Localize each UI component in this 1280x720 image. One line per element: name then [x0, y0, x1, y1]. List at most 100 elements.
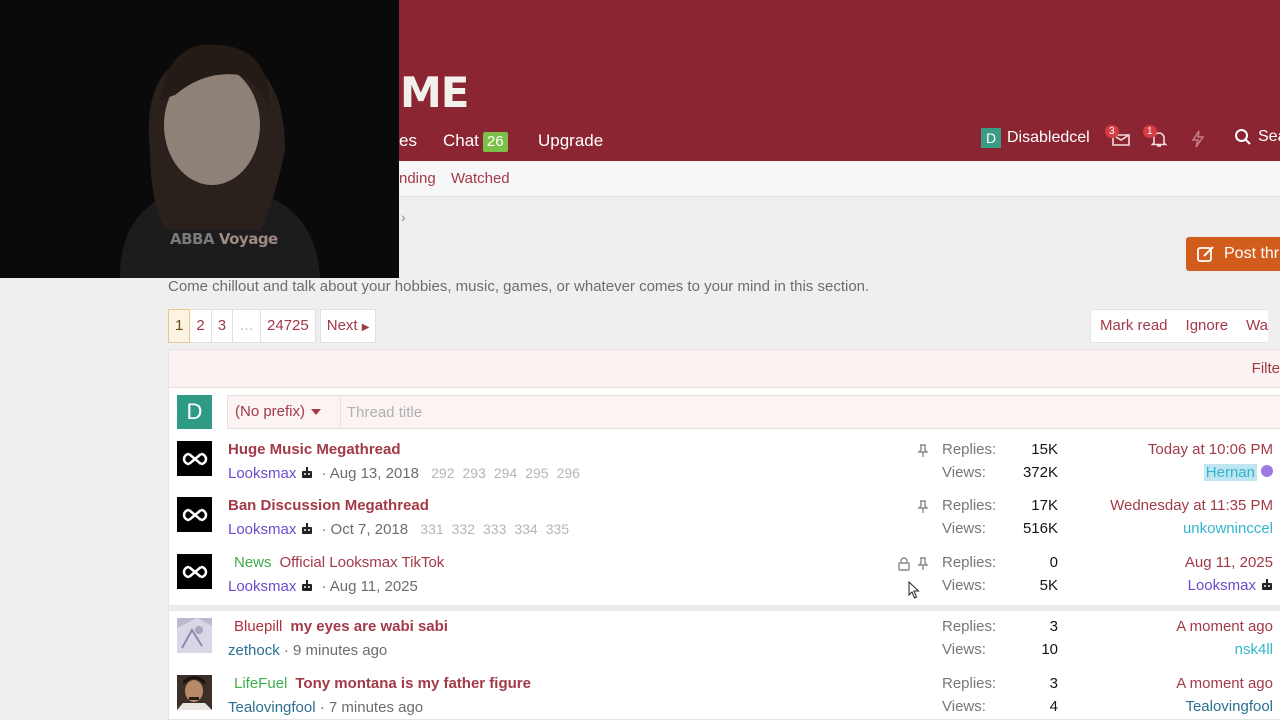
page-link-1[interactable]: 1 — [168, 309, 191, 343]
thread-title[interactable]: Official Looksmax TikTok — [280, 554, 445, 571]
latest-post-user[interactable]: unkowninccel — [1183, 520, 1273, 537]
thread-title-input[interactable] — [340, 396, 1040, 428]
thread-page-link[interactable]: 292 — [431, 465, 454, 481]
user-avatar: D — [177, 395, 212, 429]
pin-icon — [917, 557, 929, 570]
thread-prefix-tag[interactable]: Bluepill — [234, 618, 282, 635]
mark-read-button[interactable]: Mark read — [1091, 310, 1177, 342]
thread-row[interactable]: Ban Discussion Megathread Looksmax · Oct … — [169, 490, 1280, 547]
thread-page-link[interactable]: 333 — [483, 521, 506, 537]
views-label: Views: — [942, 577, 986, 594]
replies-label: Replies: — [942, 497, 997, 514]
filter-bar: Filte — [169, 350, 1280, 388]
forum-description: Come chillout and talk about your hobbie… — [168, 278, 870, 295]
robot-icon — [302, 467, 313, 478]
looksmax-logo-avatar[interactable] — [177, 441, 212, 476]
verified-icon — [1261, 465, 1273, 477]
nav-chat-label: Chat — [443, 131, 479, 150]
robot-icon — [1262, 579, 1272, 590]
thread-page-link[interactable]: 332 — [452, 521, 475, 537]
thread-list: Filte D (No prefix) Huge Music Megathrea… — [168, 349, 1280, 720]
latest-post: A moment ago Tealovingfool — [1053, 675, 1273, 715]
subnav-item-watched[interactable]: Watched — [451, 170, 510, 187]
page-link-3[interactable]: 3 — [211, 309, 234, 343]
robot-icon — [302, 580, 313, 591]
latest-post-user[interactable]: Hernan — [1203, 464, 1257, 481]
quick-thread-box: (No prefix) — [227, 395, 1280, 429]
looksmax-logo-avatar[interactable] — [177, 554, 212, 589]
nav-item-chat[interactable]: Chat 26 — [443, 131, 508, 152]
latest-post: Today at 10:06 PM Hernan — [1053, 441, 1273, 481]
subnav-item-partial[interactable]: nding — [399, 170, 436, 187]
next-page-button[interactable]: Next ▶ — [319, 309, 377, 343]
thread-author[interactable]: Tealovingfool — [228, 699, 316, 716]
thread-page-link[interactable]: 293 — [463, 465, 486, 481]
page-jump-ellipsis[interactable]: … — [233, 309, 262, 343]
webcam-overlay: ABBA Voyage — [0, 0, 399, 278]
thread-author[interactable]: Looksmax — [228, 578, 296, 595]
thread-author[interactable]: Looksmax — [228, 521, 296, 538]
thread-row[interactable]: News Official Looksmax TikTok Looksmax · A… — [169, 547, 1280, 604]
user-avatar[interactable] — [177, 618, 212, 653]
watch-button[interactable]: Wa — [1237, 310, 1268, 342]
inbox-icon[interactable]: 3 — [1105, 125, 1131, 149]
site-logo[interactable]: ME — [400, 72, 469, 114]
latest-post: Wednesday at 11:35 PM unkowninccel — [1053, 497, 1273, 537]
shirt-print: ABBA Voyage — [170, 230, 278, 248]
thread-start-date: 9 minutes ago — [293, 642, 388, 659]
latest-post: Aug 11, 2025 Looksmax — [1053, 554, 1273, 594]
thread-row[interactable]: Huge Music Megathread Looksmax · Aug 13, … — [169, 434, 1280, 491]
search-label: Sea — [1258, 128, 1280, 145]
thread-author[interactable]: zethock — [228, 642, 280, 659]
filters-button[interactable]: Filte — [1252, 360, 1280, 377]
search-link[interactable]: Sea — [1234, 128, 1280, 146]
thread-page-link[interactable]: 334 — [514, 521, 537, 537]
looksmax-logo-avatar[interactable] — [177, 497, 212, 532]
meta-separator: · — [321, 578, 327, 595]
latest-post-date[interactable]: A moment ago — [1053, 675, 1273, 698]
latest-post-date[interactable]: A moment ago — [1053, 618, 1273, 641]
latest-post-date[interactable]: Wednesday at 11:35 PM — [1053, 497, 1273, 520]
nav-item-upgrade[interactable]: Upgrade — [538, 131, 603, 151]
thread-page-link[interactable]: 335 — [546, 521, 569, 537]
latest-post-date[interactable]: Today at 10:06 PM — [1053, 441, 1273, 464]
pin-icon — [917, 500, 929, 513]
page-link-2[interactable]: 2 — [190, 309, 212, 343]
meta-separator: · — [319, 699, 325, 716]
page-link-last[interactable]: 24725 — [261, 309, 316, 343]
replies-label: Replies: — [942, 618, 997, 635]
caret-down-icon — [311, 409, 322, 416]
bolt-icon[interactable] — [1188, 129, 1208, 149]
replies-label: Replies: — [942, 441, 997, 458]
thread-title[interactable]: Tony montana is my father figure — [295, 675, 531, 692]
prefix-select-label: (No prefix) — [235, 403, 306, 420]
thread-row[interactable]: Bluepill my eyes are wabi sabi zethock · … — [169, 611, 1280, 668]
thread-prefix-tag[interactable]: LifeFuel — [234, 675, 287, 692]
post-thread-button[interactable]: Post thr — [1186, 237, 1280, 271]
thread-row[interactable]: LifeFuel Tony montana is my father figure… — [169, 668, 1280, 720]
shirt-text-b: Voyage — [218, 230, 278, 248]
thread-page-link[interactable]: 294 — [494, 465, 517, 481]
thread-page-links: 292 293 294 295 296 — [423, 465, 580, 482]
mouse-cursor-icon — [908, 581, 920, 599]
nav-item-partial[interactable]: es — [399, 131, 417, 151]
thread-page-link[interactable]: 331 — [420, 521, 443, 537]
prefix-select[interactable]: (No prefix) — [235, 403, 322, 420]
alerts-badge: 1 — [1143, 125, 1157, 138]
thread-prefix-tag[interactable]: News — [234, 554, 272, 571]
thread-title[interactable]: Huge Music Megathread — [228, 441, 401, 458]
user-avatar[interactable] — [177, 675, 212, 710]
account-link[interactable]: D Disabledcel — [981, 128, 1090, 148]
shirt-text-a: ABBA — [170, 230, 215, 248]
thread-title[interactable]: Ban Discussion Megathread — [228, 497, 429, 514]
latest-post-user[interactable]: Looksmax — [1188, 577, 1256, 594]
latest-post-user[interactable]: Tealovingfool — [1185, 698, 1273, 715]
thread-page-link[interactable]: 295 — [525, 465, 548, 481]
latest-post-user[interactable]: nsk4ll — [1235, 641, 1273, 658]
latest-post-date[interactable]: Aug 11, 2025 — [1053, 554, 1273, 577]
thread-author[interactable]: Looksmax — [228, 465, 296, 482]
thread-page-link[interactable]: 296 — [557, 465, 580, 481]
ignore-button[interactable]: Ignore — [1177, 310, 1238, 342]
bell-icon[interactable]: 1 — [1143, 125, 1169, 149]
thread-title[interactable]: my eyes are wabi sabi — [290, 618, 448, 635]
